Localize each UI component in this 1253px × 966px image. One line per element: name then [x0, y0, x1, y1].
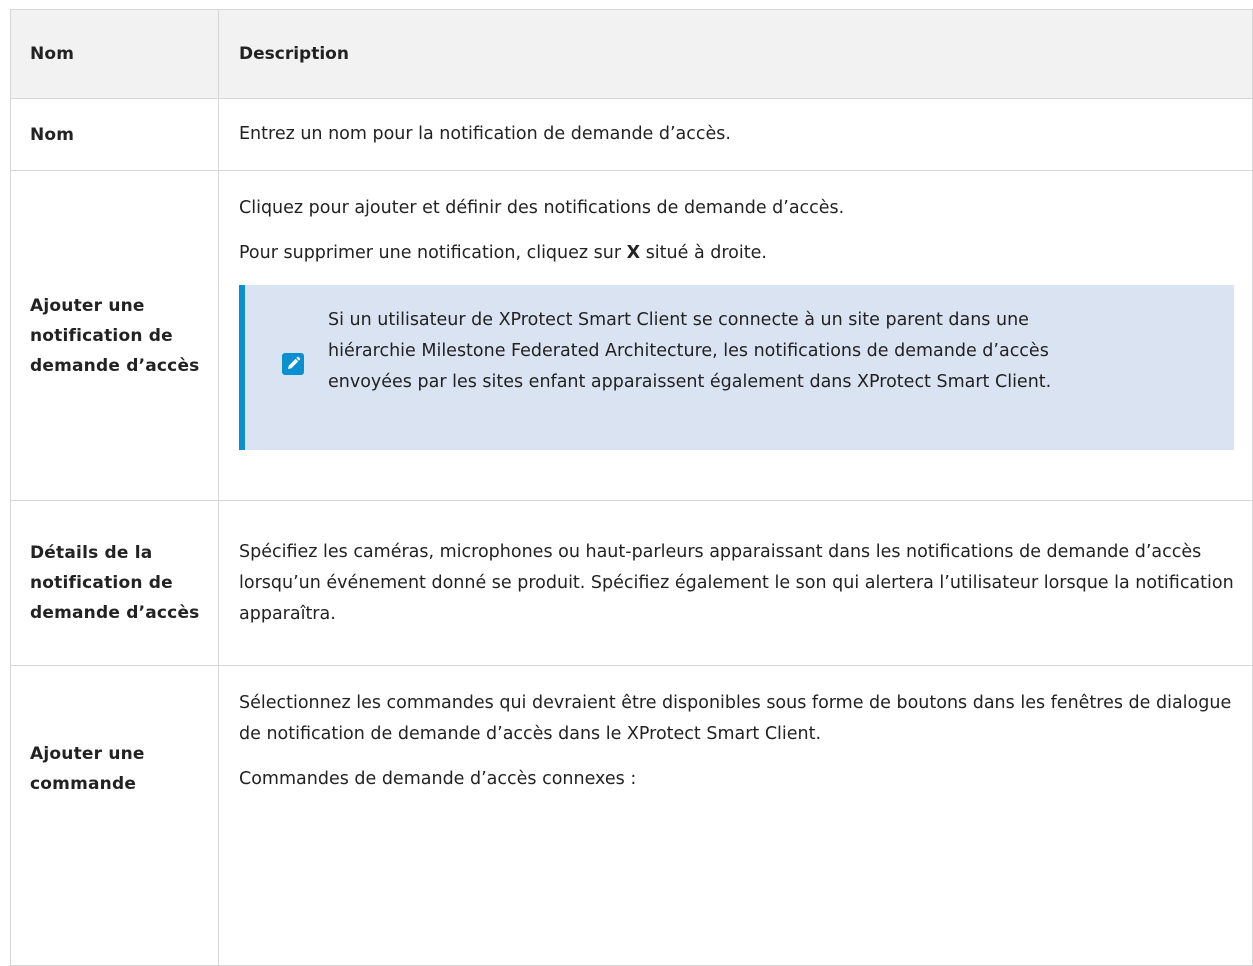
remove-text-before: Pour supprimer une notification, cliquez…: [239, 243, 627, 263]
description-text: Sélectionnez les commandes qui devraient…: [239, 693, 1232, 744]
description-text: Spécifiez les caméras, microphones ou ha…: [239, 541, 1234, 624]
row-name: Ajouter une notification de demande d’ac…: [10, 170, 219, 501]
row-name: Détails de la notification de demande d’…: [10, 500, 219, 666]
table-row: Ajouter une commande Sélectionnez les co…: [10, 665, 1253, 966]
remove-text-after: situé à droite.: [640, 243, 767, 263]
pencil-icon: [282, 353, 304, 375]
header-name: Nom: [10, 9, 219, 99]
row-name: Nom: [10, 98, 219, 171]
description-table: Nom Description Nom Entrez un nom pour l…: [10, 9, 1253, 966]
description-text-remove: Pour supprimer une notification, cliquez…: [239, 238, 1242, 269]
table-row: Nom Entrez un nom pour la notification d…: [10, 98, 1253, 171]
row-description: Entrez un nom pour la notification de de…: [218, 98, 1253, 171]
row-description: Spécifiez les caméras, microphones ou ha…: [218, 500, 1253, 666]
description-text: Cliquez pour ajouter et définir des noti…: [239, 198, 845, 218]
note-text: Si un utilisateur de XProtect Smart Clie…: [328, 310, 1052, 392]
remove-x-label: X: [626, 243, 641, 263]
row-description: Cliquez pour ajouter et définir des noti…: [218, 170, 1253, 501]
table-row: Ajouter une notification de demande d’ac…: [10, 170, 1253, 501]
description-text: Entrez un nom pour la notification de de…: [239, 124, 731, 144]
table-header-row: Nom Description: [10, 9, 1253, 99]
row-name: Ajouter une commande: [10, 665, 219, 966]
description-text-related: Commandes de demande d’accès connexes :: [239, 769, 637, 789]
note-box: Si un utilisateur de XProtect Smart Clie…: [239, 285, 1234, 450]
header-description: Description: [218, 9, 1253, 99]
table-row: Détails de la notification de demande d’…: [10, 500, 1253, 666]
row-description: Sélectionnez les commandes qui devraient…: [218, 665, 1253, 966]
